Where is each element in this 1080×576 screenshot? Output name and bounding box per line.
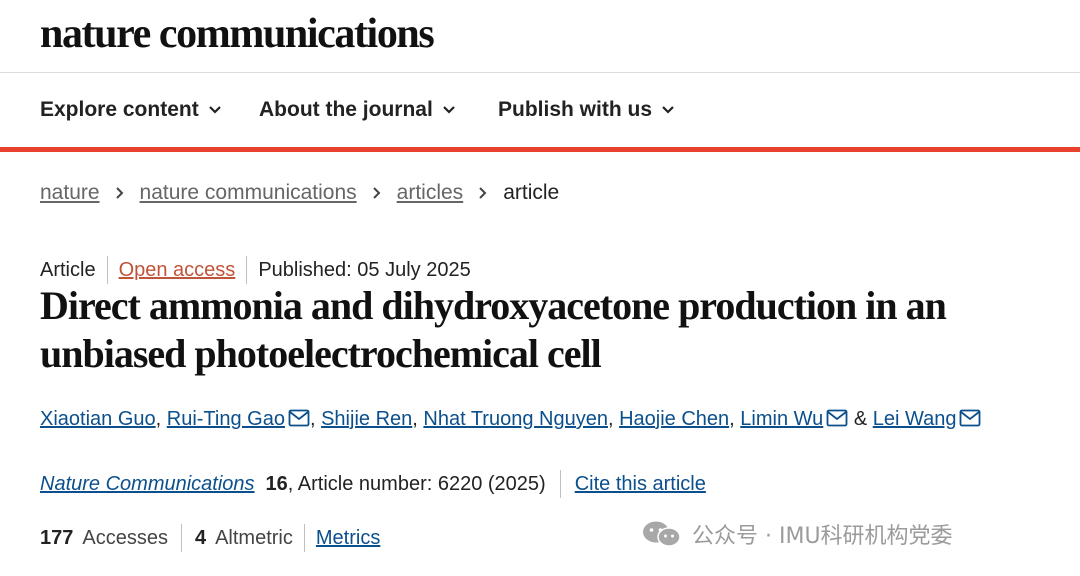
divider (559, 470, 561, 498)
accesses-label: Accesses (82, 526, 168, 549)
watermark-text: 公众号 · IMU科研机构党委 (692, 524, 953, 549)
site-logo[interactable]: nature communications (40, 10, 435, 58)
cite-this-article-link[interactable]: Cite this article (575, 473, 706, 496)
main-nav: Explore content About the journal Publis… (0, 73, 1080, 147)
email-icon[interactable] (288, 409, 310, 427)
article-type: Article (40, 258, 96, 281)
breadcrumb: nature nature communications articles ar… (40, 181, 559, 205)
article-number: , Article number: 6220 (2025) (287, 472, 546, 495)
divider (303, 524, 305, 552)
chevron-down-icon (443, 106, 455, 114)
altmetric-count: 4 (194, 526, 207, 549)
author-link[interactable]: Limin Wu (740, 408, 823, 430)
email-icon[interactable] (959, 409, 981, 427)
article-title: Direct ammonia and dihydroxyacetone prod… (40, 283, 947, 376)
divider (246, 256, 248, 284)
altmetric-label: Altmetric (215, 526, 293, 549)
author-link[interactable]: Xiaotian Guo (40, 408, 156, 430)
nav-explore-content[interactable]: Explore content (40, 98, 223, 122)
author-link[interactable]: Shijie Ren (321, 408, 412, 430)
author-link[interactable]: Haojie Chen (619, 408, 729, 430)
open-access-link[interactable]: Open access (119, 259, 236, 282)
nav-item-label: About the journal (259, 98, 433, 121)
chevron-down-icon (662, 106, 674, 114)
metrics-link[interactable]: Metrics (316, 527, 380, 550)
accent-bar (0, 147, 1080, 152)
breadcrumb-articles[interactable]: articles (397, 181, 464, 205)
volume: 16 (265, 472, 288, 495)
nav-item-label: Publish with us (498, 98, 653, 121)
breadcrumb-nature-communications[interactable]: nature communications (140, 181, 357, 205)
breadcrumb-nature[interactable]: nature (40, 181, 100, 205)
nav-about-journal[interactable]: About the journal (259, 98, 457, 122)
author-list: Xiaotian Guo, Rui-Ting Gao, Shijie Ren, … (40, 408, 981, 431)
author-link[interactable]: Lei Wang (873, 408, 957, 430)
breadcrumb-current: article (503, 181, 560, 204)
email-icon[interactable] (826, 409, 848, 427)
author-link[interactable]: Nhat Truong Nguyen (423, 408, 608, 430)
author-separator: , (607, 408, 620, 430)
accesses-count: 177 (40, 526, 74, 549)
site-header: nature communications (0, 0, 1080, 73)
chevron-right-icon (115, 187, 123, 199)
chevron-down-icon (208, 106, 221, 114)
nav-item-label: Explore content (40, 98, 199, 121)
article-meta: Article Open access Published: 05 July 2… (40, 256, 471, 284)
author-link[interactable]: Rui-Ting Gao (167, 408, 285, 430)
published-date: Published: 05 July 2025 (258, 258, 471, 281)
author-separator: & (848, 408, 873, 430)
citation-line: Nature Communications 16 , Article numbe… (40, 470, 706, 498)
author-separator: , (412, 408, 424, 430)
author-separator: , (155, 408, 167, 430)
divider (106, 256, 108, 284)
article-metrics: 177 Accesses 4 Altmetric Metrics (40, 524, 380, 552)
chevron-right-icon (479, 187, 487, 199)
author-separator: , (729, 408, 741, 430)
author-separator: , (309, 408, 322, 430)
chevron-right-icon (372, 187, 381, 199)
watermark: 公众号 · IMU科研机构党委 (640, 516, 953, 552)
wechat-icon (643, 521, 681, 547)
nav-publish-with-us[interactable]: Publish with us (498, 98, 676, 122)
divider (180, 524, 182, 552)
journal-link[interactable]: Nature Communications (40, 473, 255, 496)
